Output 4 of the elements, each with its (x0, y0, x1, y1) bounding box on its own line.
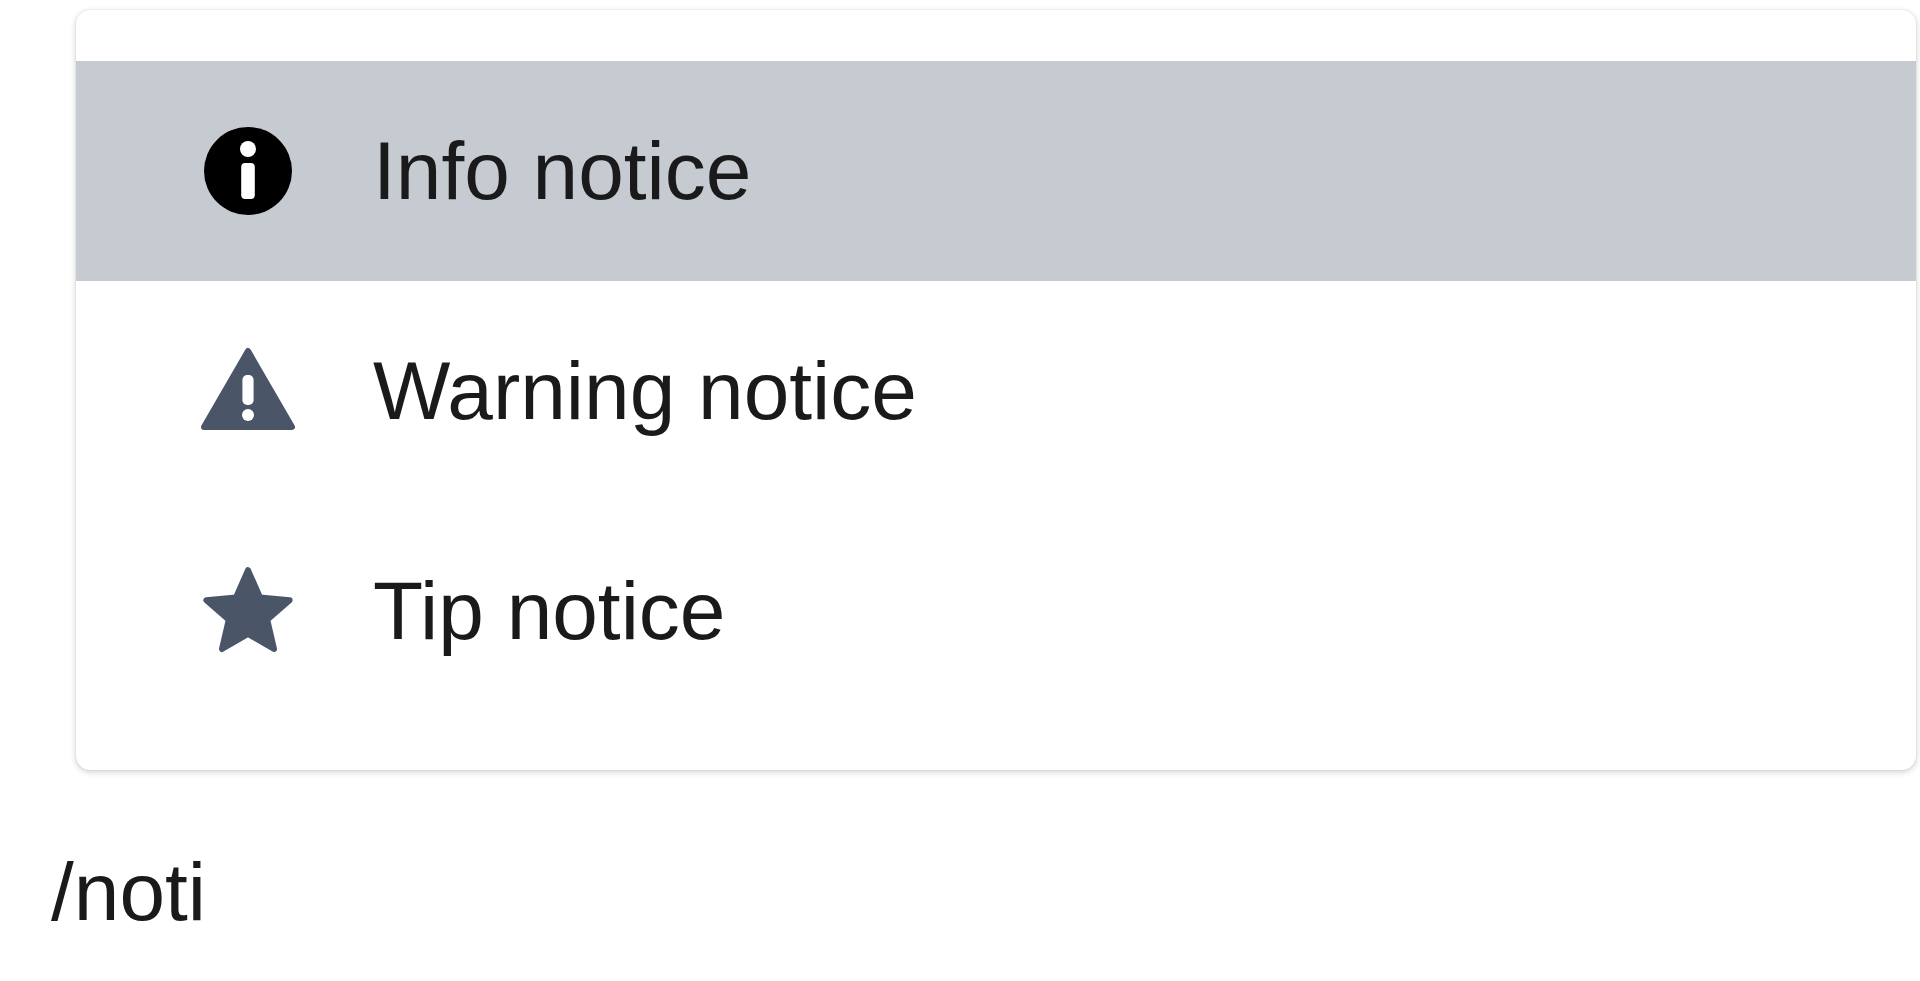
menu-item[interactable]: Tip notice (76, 501, 1916, 721)
menu-item[interactable]: Warning notice (76, 281, 1916, 501)
menu-item[interactable]: Info notice (76, 61, 1916, 281)
command-text[interactable]: /noti (51, 843, 206, 941)
